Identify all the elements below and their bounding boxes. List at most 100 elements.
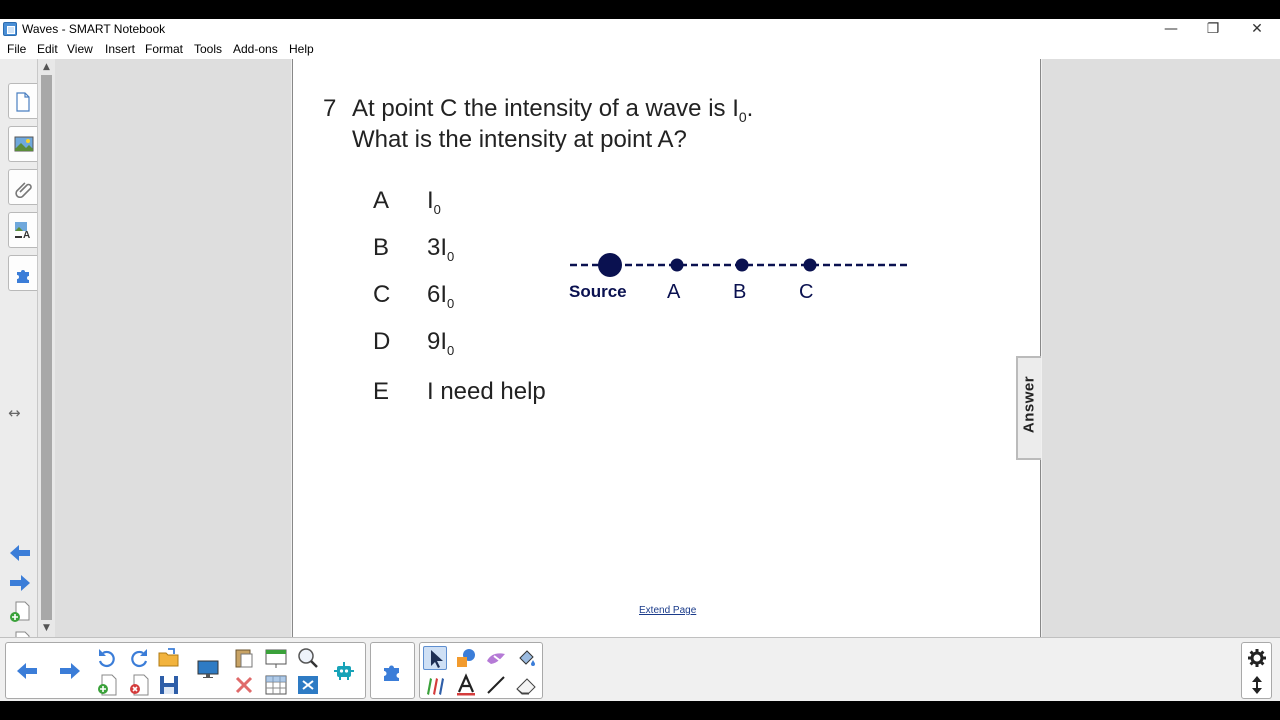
menu-tools[interactable]: Tools (194, 42, 222, 56)
folder-icon (158, 648, 179, 667)
minimize-button[interactable]: — (1150, 19, 1192, 39)
properties-tab[interactable]: A (8, 212, 37, 248)
open-file-button[interactable] (157, 646, 181, 670)
paste-button[interactable] (232, 646, 256, 670)
menu-add-ons[interactable]: Add-ons (233, 42, 278, 56)
delete-page-button[interactable] (127, 673, 151, 697)
toolbar-group-tools (419, 642, 543, 699)
add-page-icon (98, 674, 117, 696)
fill-tool-button[interactable] (514, 646, 538, 670)
scroll-thumb[interactable] (41, 75, 52, 620)
previous-page-icon[interactable] (8, 543, 32, 563)
line-icon (487, 676, 505, 694)
choice-d-sub: 0 (447, 342, 455, 358)
question-line-2: What is the intensity at point A? (352, 126, 687, 153)
toolbar-next-button[interactable] (58, 659, 82, 683)
menu-view[interactable]: View (67, 42, 93, 56)
choice-letter-c[interactable]: C (373, 281, 390, 309)
page-sorter-tab[interactable] (8, 83, 37, 119)
delete-x-icon (235, 676, 253, 694)
text-tool-button[interactable] (454, 673, 478, 697)
magic-pen-button[interactable] (484, 646, 508, 670)
menu-edit[interactable]: Edit (37, 42, 58, 56)
scroll-up-button[interactable]: ▲ (38, 60, 55, 75)
page-sorter-icon (16, 92, 30, 112)
choice-letter-d[interactable]: D (373, 328, 390, 356)
question-number: 7 (323, 95, 337, 122)
toolbar-previous-button[interactable] (15, 659, 39, 683)
properties-icon: A (15, 222, 30, 239)
menu-format[interactable]: Format (145, 42, 183, 56)
shapes-tool-button[interactable] (454, 646, 478, 670)
undo-button[interactable] (95, 646, 119, 670)
source-dot (598, 253, 622, 277)
app-icon (3, 22, 17, 36)
add-ons-button[interactable] (381, 659, 405, 683)
title-bar: Waves - SMART Notebook — ❐ ✕ (0, 19, 1280, 40)
redo-icon (131, 649, 148, 668)
menu-insert[interactable]: Insert (105, 42, 135, 56)
point-a-label: A (667, 281, 681, 303)
move-toolbar-button[interactable] (1245, 673, 1269, 697)
choice-c-main: 6I (427, 281, 448, 308)
line-tool-button[interactable] (484, 673, 508, 697)
attachments-icon (15, 182, 32, 198)
choice-letter-b[interactable]: B (373, 234, 389, 262)
menu-help[interactable]: Help (289, 42, 314, 56)
choice-text-e[interactable]: I need help (427, 378, 546, 406)
wave-source-diagram[interactable]: Source A B C (568, 249, 913, 309)
magnifier-button[interactable] (296, 646, 320, 670)
resize-handle-icon[interactable]: ↔ (8, 404, 21, 422)
point-c-dot (803, 258, 817, 272)
response-button[interactable] (332, 659, 356, 683)
gallery-tab[interactable] (8, 126, 37, 162)
choice-letter-a[interactable]: A (373, 187, 389, 215)
choice-letter-e[interactable]: E (373, 378, 389, 406)
cursor-arrow-icon (431, 650, 443, 668)
choice-text-c[interactable]: 6I0 (427, 281, 454, 311)
choice-text-a[interactable]: I0 (427, 187, 441, 217)
eraser-tool-button[interactable] (514, 673, 538, 697)
previous-page-icon (17, 663, 37, 679)
redo-button[interactable] (127, 646, 151, 670)
choice-text-b[interactable]: 3I0 (427, 234, 454, 264)
select-tool-button[interactable] (423, 646, 447, 670)
add-ons-tab[interactable] (8, 255, 37, 291)
settings-button[interactable] (1245, 646, 1269, 670)
shapes-icon (457, 649, 475, 667)
next-page-icon (60, 663, 80, 679)
next-page-icon[interactable] (8, 573, 32, 593)
undo-icon (98, 649, 115, 668)
toolbar-group-addons (370, 642, 415, 699)
extend-page-link[interactable]: Extend Page (639, 605, 696, 616)
insert-table-button[interactable] (264, 673, 288, 697)
close-button[interactable]: ✕ (1236, 19, 1278, 39)
workspace-left-margin (55, 59, 291, 637)
display-screen-button[interactable] (196, 657, 220, 681)
gear-icon (1248, 649, 1266, 667)
screen-shade-icon (265, 649, 287, 668)
screen-shade-button[interactable] (264, 646, 288, 670)
delete-button[interactable] (232, 673, 256, 697)
question-line-1: At point C the intensity of a wave is I0… (352, 95, 753, 125)
add-ons-icon (384, 665, 399, 681)
choice-e-main: I need help (427, 378, 546, 405)
magic-pen-icon (487, 653, 505, 664)
restore-button[interactable]: ❐ (1192, 19, 1234, 39)
response-robot-icon (334, 662, 354, 680)
full-screen-icon (298, 676, 318, 694)
vertical-scrollbar[interactable]: ▲ ▼ (38, 59, 55, 637)
pens-tool-button[interactable] (423, 673, 447, 697)
choice-text-d[interactable]: 9I0 (427, 328, 454, 358)
add-page-icon[interactable] (9, 601, 31, 623)
menu-file[interactable]: File (7, 42, 26, 56)
attachments-tab[interactable] (8, 169, 37, 205)
notebook-page[interactable]: 7 At point C the intensity of a wave is … (292, 59, 1041, 637)
paste-icon (235, 649, 253, 668)
scroll-down-button[interactable]: ▼ (38, 621, 55, 636)
screen: Waves - SMART Notebook — ❐ ✕ File Edit V… (0, 0, 1280, 720)
add-page-button[interactable] (95, 673, 119, 697)
save-button[interactable] (157, 673, 181, 697)
full-screen-button[interactable] (296, 673, 320, 697)
answer-tab[interactable]: Answer (1016, 356, 1041, 460)
